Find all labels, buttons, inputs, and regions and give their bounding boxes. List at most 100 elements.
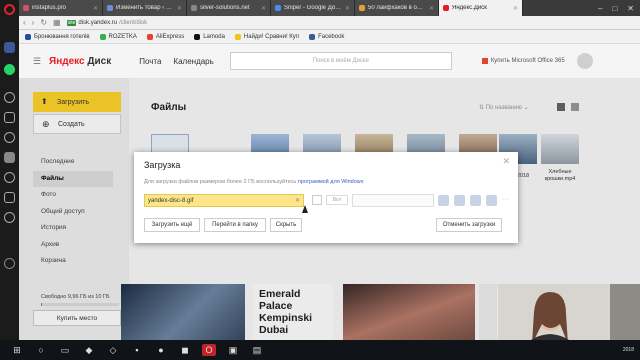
nav-calendar-link[interactable]: Календарь [173, 57, 213, 66]
dialog-close-icon[interactable]: ✕ [502, 156, 510, 167]
maximize-icon[interactable]: □ [612, 4, 617, 13]
address-bar: ‹ › ↻ ▦ site disk.yandex.ru/client/disk [19, 16, 640, 30]
logo-yandex-text: Яндекс [49, 55, 85, 67]
bookmark-label: Найди! Сравни! Куп [243, 33, 300, 40]
tab-close-icon[interactable]: ✕ [513, 5, 518, 12]
taskbar-app-icon[interactable]: ▣ [226, 344, 240, 356]
windows-taskbar: ⊞ ○ ▭ ◆ ◇ ▪ ● ◼ O ▣ ▤ 2018 [0, 340, 640, 360]
tab-favicon-icon [443, 5, 449, 11]
bookmark-item[interactable]: Бронювання готелів [25, 33, 90, 40]
windows-start-icon[interactable]: ⊞ [10, 344, 24, 356]
taskbar-app-icon[interactable]: ▪ [130, 344, 144, 356]
url-host: disk.yandex.ru [78, 19, 118, 26]
secure-lock-icon: site [66, 19, 77, 26]
file-name: yandex-disc-8.gif [148, 197, 194, 204]
tab-bar: instaplus.pro✕Изменить товар ‹ Video✕sil… [19, 0, 640, 16]
clock-icon[interactable] [4, 212, 15, 223]
browser-tab[interactable]: Изменить товар ‹ Video✕ [103, 0, 187, 16]
taskbar-app-icon[interactable]: ● [154, 344, 168, 356]
buy-office-link[interactable]: Купить Microsoft Office 365 [481, 58, 565, 64]
tab-close-icon[interactable]: ✕ [261, 5, 266, 12]
browser-tab[interactable]: Sniper - Google Докумен✕ [271, 0, 355, 16]
mail-share-icon[interactable] [486, 195, 497, 206]
task-view-icon[interactable]: ▭ [58, 344, 72, 356]
taskbar-search-icon[interactable]: ○ [34, 344, 48, 356]
tab-favicon-icon [359, 5, 365, 11]
bookmark-favicon-icon [309, 33, 316, 40]
go-to-folder-button[interactable]: Перейти в папку [204, 218, 266, 232]
tab-label: Sniper - Google Докумен [284, 5, 342, 11]
tab-close-icon[interactable]: ✕ [177, 5, 182, 12]
url-field[interactable]: site disk.yandex.ru/client/disk [66, 19, 147, 26]
windows-app-link[interactable]: программой для Windows [298, 179, 364, 185]
close-window-icon[interactable]: ✕ [627, 4, 634, 13]
bookmark-item[interactable]: ROZETKA [99, 33, 137, 40]
publish-label: Вкл [326, 195, 348, 205]
reload-icon[interactable]: ↻ [40, 18, 47, 27]
bookmark-item[interactable]: Facebook [309, 33, 345, 40]
bookmark-label: ROZETKA [108, 33, 137, 40]
twitter-share-icon[interactable] [470, 195, 481, 206]
bookmark-label: Facebook [318, 33, 345, 40]
taskbar-app-icon[interactable]: ▤ [250, 344, 264, 356]
tab-close-icon[interactable]: ✕ [429, 5, 434, 12]
bookmarks-icon[interactable] [4, 152, 15, 163]
search-placeholder: Поиск в моём Диске [312, 58, 369, 64]
logo-disk-text: Диск [87, 55, 112, 67]
opera-logo-icon[interactable] [4, 4, 15, 15]
tab-label: 50 лайфхаков в облаке Ян [368, 5, 426, 11]
opera-sidebar [0, 0, 19, 360]
taskbar-app-icon[interactable]: ◇ [106, 344, 120, 356]
menu-burger-icon[interactable]: ☰ [33, 56, 43, 67]
bookmark-item[interactable]: Lamoda [194, 33, 225, 40]
browser-tab[interactable]: instaplus.pro ✕ [19, 0, 103, 16]
speed-dial-icon[interactable] [4, 112, 15, 123]
window-controls: – □ ✕ [598, 0, 640, 16]
tab-label: Яндекс.Диск [452, 5, 487, 11]
avatar[interactable] [576, 53, 593, 69]
hide-button[interactable]: Скрыть [270, 218, 302, 232]
back-icon[interactable]: ‹ [23, 18, 26, 27]
buy-office-label: Купить Microsoft Office 365 [490, 58, 565, 64]
messenger-icon[interactable] [4, 42, 15, 53]
public-link-field[interactable] [352, 194, 434, 207]
settings-icon[interactable] [4, 258, 15, 269]
bookmark-favicon-icon [194, 33, 201, 40]
extensions-icon[interactable] [4, 192, 15, 203]
taskbar-app-icon[interactable]: ◼ [178, 344, 192, 356]
bookmark-label: AliExpress [155, 33, 185, 40]
minimize-icon[interactable]: – [598, 4, 602, 13]
opera-taskbar-icon[interactable]: O [202, 344, 216, 356]
forward-icon[interactable]: › [32, 18, 35, 27]
upload-more-button[interactable]: Загрузить ещё [144, 218, 200, 232]
speed-dial-grid-icon[interactable]: ▦ [53, 18, 61, 27]
hint-text: Для загрузки файлов размером более 2 ГБ … [144, 179, 297, 185]
publish-toggle[interactable] [312, 195, 322, 205]
bookmark-item[interactable]: AliExpress [146, 33, 185, 40]
history-icon[interactable] [4, 172, 15, 183]
whatsapp-icon[interactable] [4, 64, 15, 75]
upload-dialog: Загрузка ✕ Для загрузки файлов размером … [134, 152, 518, 243]
browser-tab[interactable]: 50 лайфхаков в облаке Ян✕ [355, 0, 439, 16]
tab-favicon-icon [23, 5, 29, 11]
cancel-file-icon[interactable]: ✕ [295, 197, 300, 204]
cancel-uploads-button[interactable]: Отменить загрузки [436, 218, 502, 232]
browser-tab[interactable]: silver-solutions.net ✕ [187, 0, 271, 16]
nav-mail-link[interactable]: Почта [139, 57, 161, 66]
bookmark-favicon-icon [99, 33, 106, 40]
tab-close-icon[interactable]: ✕ [345, 5, 350, 12]
more-share-icon[interactable]: ··· [502, 195, 513, 206]
camera-icon[interactable] [4, 132, 15, 143]
search-icon[interactable] [4, 92, 15, 103]
tab-close-icon[interactable]: ✕ [93, 5, 98, 12]
tab-favicon-icon [107, 5, 113, 11]
browser-tab[interactable]: Яндекс.Диск ✕ [439, 0, 523, 16]
yandex-disk-logo[interactable]: Яндекс Диск [49, 56, 111, 67]
taskbar-app-icon[interactable]: ◆ [82, 344, 96, 356]
facebook-share-icon[interactable] [454, 195, 465, 206]
taskbar-clock: 2018 [622, 347, 634, 353]
bookmark-item[interactable]: Найди! Сравни! Куп [234, 33, 300, 40]
search-input[interactable]: Поиск в моём Диске [229, 52, 452, 70]
tab-label: Изменить товар ‹ Video [116, 5, 174, 11]
vk-share-icon[interactable] [438, 195, 449, 206]
